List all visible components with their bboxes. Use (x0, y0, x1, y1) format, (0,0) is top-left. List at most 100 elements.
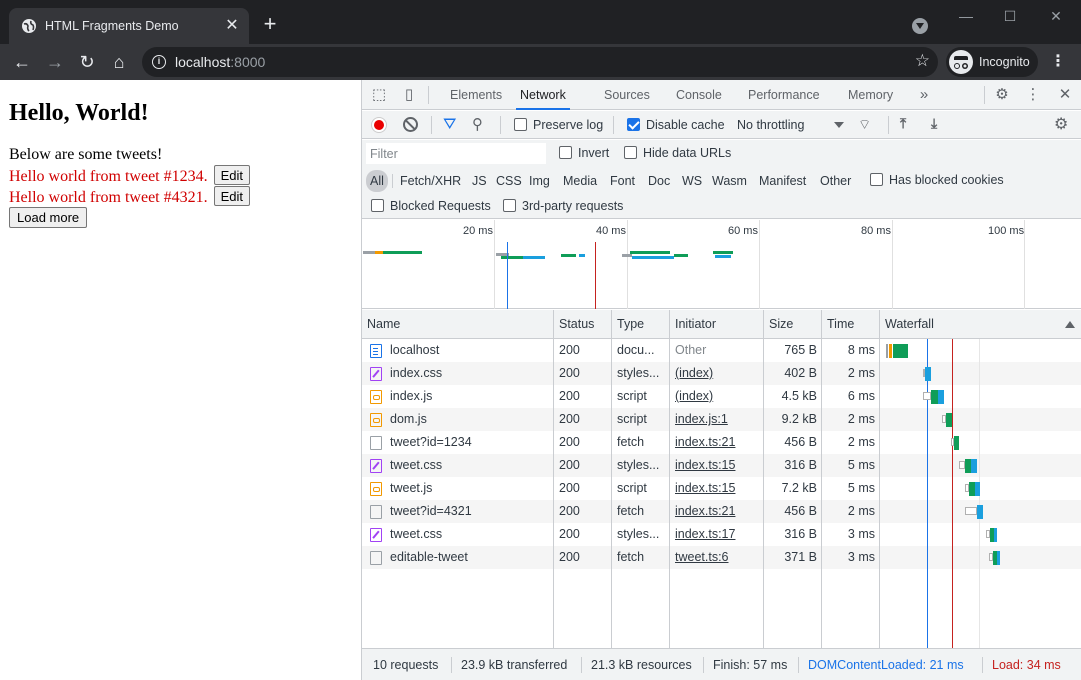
back-icon[interactable]: ← (11, 51, 33, 73)
tab-title: HTML Fragments Demo (45, 19, 179, 33)
column-header-time[interactable]: Time (822, 310, 880, 339)
tab-elements[interactable]: Elements (450, 80, 502, 110)
waterfall-bar (954, 436, 959, 450)
request-status: 200 (559, 435, 580, 449)
type-filter-wasm[interactable]: Wasm (708, 170, 751, 192)
tab-network[interactable]: Network (516, 80, 570, 110)
import-har-icon[interactable]: ⤒ (900, 115, 906, 132)
request-initiator-link[interactable]: tweet.ts:6 (675, 546, 761, 569)
tab-sources[interactable]: Sources (604, 80, 650, 110)
waterfall-bar (886, 344, 888, 358)
request-name: index.css (390, 366, 443, 380)
request-initiator-link[interactable]: (index) (675, 362, 761, 385)
preserve-log-checkbox[interactable] (514, 118, 527, 131)
device-toolbar-icon[interactable]: ▯ (400, 86, 418, 104)
type-filter-media[interactable]: Media (559, 170, 601, 192)
request-initiator-link[interactable]: index.ts:21 (675, 500, 761, 523)
divider (984, 86, 985, 104)
type-filter-all[interactable]: All (366, 170, 388, 192)
divider (500, 116, 501, 134)
inspect-element-icon[interactable]: ⬚ (370, 86, 388, 104)
type-filter-css[interactable]: CSS (492, 170, 526, 192)
tab-console[interactable]: Console (676, 80, 722, 110)
request-size: 316 B (784, 458, 817, 472)
column-header-size[interactable]: Size (764, 310, 822, 339)
sort-ascending-icon[interactable] (1065, 321, 1075, 328)
edit-tweet-button[interactable]: Edit (213, 186, 251, 206)
settings-gear-icon[interactable]: ⚙ (993, 86, 1011, 104)
hide-data-urls-checkbox[interactable] (624, 146, 637, 159)
table-row[interactable]: dom.js 200 script index.js:1 9.2 kB 2 ms (362, 408, 1081, 431)
table-row[interactable]: localhost 200 docu... Other 765 B 8 ms (362, 339, 1081, 362)
request-initiator-link[interactable]: index.ts:15 (675, 454, 761, 477)
request-time: 6 ms (847, 389, 875, 403)
request-initiator-link[interactable]: index.ts:17 (675, 523, 761, 546)
type-filter-doc[interactable]: Doc (644, 170, 674, 192)
chevron-down-icon[interactable] (834, 122, 844, 128)
has-blocked-cookies-checkbox[interactable] (870, 173, 883, 186)
close-tab-icon[interactable]: ✕ (223, 17, 241, 35)
incognito-badge[interactable]: Incognito (946, 47, 1038, 77)
column-header-status[interactable]: Status (554, 310, 612, 339)
type-filter-fetch-xhr[interactable]: Fetch/XHR (396, 170, 465, 192)
more-options-icon[interactable]: ⋮ (1024, 86, 1042, 104)
type-filter-other[interactable]: Other (816, 170, 855, 192)
browser-tab[interactable]: HTML Fragments Demo ✕ (9, 8, 249, 44)
chevron-double-right-icon[interactable]: » (915, 86, 933, 104)
column-header-initiator[interactable]: Initiator (670, 310, 764, 339)
address-bar[interactable]: i localhost:8000 ☆ (142, 47, 938, 77)
window-close-icon[interactable]: ✕ (1041, 6, 1071, 26)
tab-performance[interactable]: Performance (748, 80, 820, 110)
edit-tweet-button[interactable]: Edit (213, 165, 251, 185)
table-row[interactable]: tweet.css 200 styles... index.ts:17 316 … (362, 523, 1081, 546)
request-initiator-link[interactable]: (index) (675, 385, 761, 408)
request-initiator: Other (675, 343, 707, 357)
type-filter-manifest[interactable]: Manifest (755, 170, 810, 192)
site-info-icon[interactable]: i (152, 55, 166, 69)
request-time: 2 ms (847, 504, 875, 518)
minimize-icon[interactable]: — (951, 6, 981, 26)
throttling-select[interactable]: No throttling (737, 118, 804, 132)
type-filter-font[interactable]: Font (606, 170, 639, 192)
forward-icon[interactable]: → (44, 51, 66, 73)
request-initiator-link[interactable]: index.ts:21 (675, 431, 761, 454)
table-row[interactable]: index.js 200 script (index) 4.5 kB 6 ms (362, 385, 1081, 408)
column-header-name[interactable]: Name (362, 310, 554, 339)
maximize-icon[interactable]: ☐ (995, 6, 1025, 26)
export-har-icon[interactable]: ⤓ (931, 115, 937, 132)
home-icon[interactable]: ⌂ (108, 51, 130, 73)
request-time: 3 ms (847, 527, 875, 541)
tab-memory[interactable]: Memory (848, 80, 893, 110)
table-row[interactable]: index.css 200 styles... (index) 402 B 2 … (362, 362, 1081, 385)
blocked-requests-checkbox[interactable] (371, 199, 384, 212)
column-header-waterfall[interactable]: Waterfall (880, 310, 1081, 339)
request-initiator-link[interactable]: index.js:1 (675, 408, 761, 431)
record-icon[interactable] (371, 117, 387, 133)
table-row[interactable]: editable-tweet 200 fetch tweet.ts:6 371 … (362, 546, 1081, 569)
type-filter-js[interactable]: JS (468, 170, 491, 192)
stylesheet-icon (370, 367, 382, 381)
network-conditions-icon[interactable]: ⌔ (858, 116, 871, 134)
close-devtools-icon[interactable]: ✕ (1056, 86, 1074, 104)
type-filter-img[interactable]: Img (525, 170, 554, 192)
bookmark-star-icon[interactable]: ☆ (915, 51, 930, 71)
search-icon[interactable]: ⚲ (472, 115, 483, 133)
browser-menu-icon[interactable]: ⋮ (1050, 51, 1066, 73)
request-size: 316 B (784, 527, 817, 541)
type-filter-ws[interactable]: WS (678, 170, 706, 192)
load-more-button[interactable]: Load more (9, 207, 88, 228)
table-row[interactable]: tweet?id=1234 200 fetch index.ts:21 456 … (362, 431, 1081, 454)
network-overview-timeline[interactable]: 20 ms 40 ms 60 ms 80 ms 100 ms (362, 220, 1081, 309)
tab-search-icon[interactable] (912, 18, 928, 34)
clear-icon[interactable] (403, 117, 418, 132)
disable-cache-checkbox[interactable] (627, 118, 640, 131)
new-tab-icon[interactable]: + (260, 13, 280, 35)
third-party-requests-checkbox[interactable] (503, 199, 516, 212)
column-header-type[interactable]: Type (612, 310, 670, 339)
filter-icon[interactable]: ⛛ (443, 116, 456, 134)
request-initiator-link[interactable]: index.ts:15 (675, 477, 761, 500)
network-settings-gear-icon[interactable]: ⚙ (1054, 114, 1068, 134)
reload-icon[interactable]: ↻ (76, 51, 98, 73)
invert-checkbox[interactable] (559, 146, 572, 159)
filter-input[interactable] (366, 143, 546, 164)
